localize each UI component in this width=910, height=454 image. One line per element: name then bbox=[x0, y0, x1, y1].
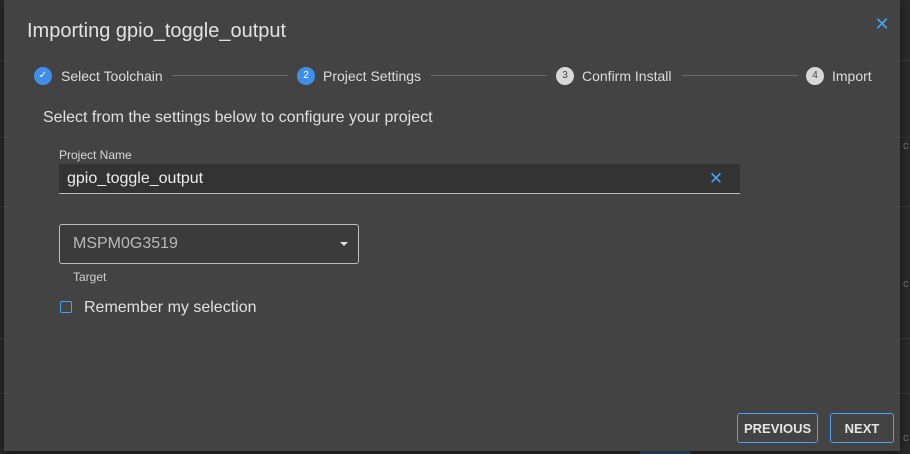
stepper: ✓ Select Toolchain 2 Project Settings 3 … bbox=[4, 0, 900, 100]
previous-button[interactable]: PREVIOUS bbox=[737, 413, 818, 443]
step-connector bbox=[172, 75, 288, 76]
step-1-label: Select Toolchain bbox=[61, 68, 163, 84]
project-name-input[interactable] bbox=[59, 164, 689, 194]
target-label: Target bbox=[73, 270, 107, 284]
step-4-number: 4 bbox=[806, 67, 824, 85]
project-name-field: ✕ bbox=[59, 164, 740, 194]
dialog-subtitle: Select from the settings below to config… bbox=[43, 109, 433, 126]
target-select-value: MSPM0G3519 bbox=[73, 235, 178, 252]
step-1-check-icon: ✓ bbox=[34, 67, 52, 85]
next-button[interactable]: NEXT bbox=[830, 413, 894, 443]
background-fragment: c bbox=[903, 432, 909, 444]
caret-down-icon bbox=[340, 242, 348, 246]
remember-label[interactable]: Remember my selection bbox=[84, 299, 257, 317]
step-connector bbox=[431, 75, 547, 76]
target-select[interactable]: MSPM0G3519 bbox=[59, 224, 359, 264]
step-2-label: Project Settings bbox=[323, 68, 422, 84]
background-fragment: c bbox=[903, 278, 909, 290]
step-2-number: 2 bbox=[297, 67, 315, 85]
step-connector bbox=[682, 75, 798, 76]
remember-checkbox[interactable] bbox=[60, 301, 72, 313]
import-dialog: Importing gpio_toggle_output ✕ ✓ Select … bbox=[4, 0, 900, 451]
background-fragment: c bbox=[903, 140, 909, 152]
clear-input-icon[interactable]: ✕ bbox=[706, 169, 726, 189]
step-4-label: Import bbox=[832, 68, 872, 84]
step-3-number: 3 bbox=[556, 67, 574, 85]
step-3-label: Confirm Install bbox=[582, 68, 672, 84]
project-name-label: Project Name bbox=[59, 148, 132, 162]
